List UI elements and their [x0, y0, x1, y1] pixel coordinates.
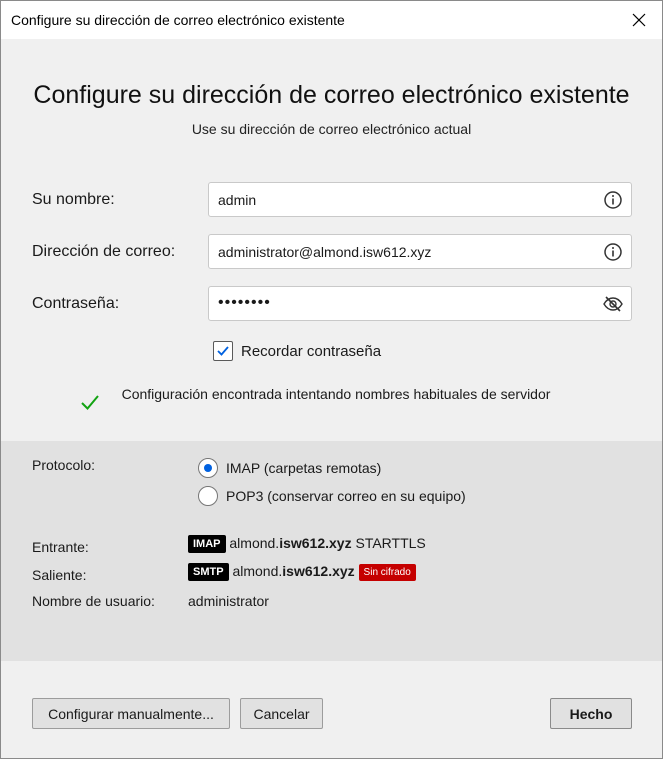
- incoming-protocol-badge: IMAP: [188, 535, 226, 554]
- password-field[interactable]: ••••••••: [208, 286, 632, 321]
- radio-imap[interactable]: [198, 458, 218, 478]
- success-check-icon: [81, 395, 99, 410]
- incoming-host-domain: isw612.xyz: [279, 535, 352, 551]
- close-button[interactable]: [616, 1, 662, 39]
- cancel-button[interactable]: Cancelar: [240, 698, 323, 729]
- close-icon: [632, 13, 646, 27]
- remember-password-label[interactable]: Recordar contraseña: [241, 343, 381, 360]
- radio-pop3[interactable]: [198, 486, 218, 506]
- name-value: admin: [218, 192, 257, 208]
- incoming-server: IMAP almond.isw612.xyz STARTTLS: [188, 535, 426, 554]
- dialog-window: Configure su dirección de correo electró…: [0, 0, 663, 759]
- configure-manually-button[interactable]: Configurar manualmente...: [32, 698, 230, 729]
- incoming-host-prefix: almond.: [229, 535, 280, 551]
- window-title: Configure su dirección de correo electró…: [11, 12, 345, 28]
- config-panel: Protocolo: IMAP (carpetas remotas) POP3 …: [1, 441, 662, 661]
- eye-slash-icon[interactable]: [603, 294, 623, 314]
- page-subtitle: Use su dirección de correo electrónico a…: [191, 121, 472, 137]
- done-button[interactable]: Hecho: [550, 698, 632, 729]
- name-label: Su nombre:: [32, 191, 115, 208]
- outgoing-protocol-badge: SMTP: [188, 563, 229, 582]
- username-label: Nombre de usuario:: [32, 593, 155, 609]
- incoming-label: Entrante:: [32, 539, 89, 555]
- outgoing-server: SMTP almond.isw612.xyz Sin cifrado: [188, 563, 416, 582]
- outgoing-host-prefix: almond.: [232, 563, 283, 579]
- checkmark-icon: [217, 346, 229, 356]
- remember-password-checkbox[interactable]: [213, 341, 233, 361]
- protocol-label: Protocolo:: [32, 457, 96, 473]
- page-title: Configure su dirección de correo electró…: [33, 81, 630, 109]
- password-value: ••••••••: [218, 294, 271, 311]
- outgoing-host-domain: isw612.xyz: [282, 563, 355, 579]
- radio-pop3-label[interactable]: POP3 (conservar correo en su equipo): [226, 488, 466, 504]
- name-field[interactable]: admin: [208, 182, 632, 217]
- incoming-security: STARTTLS: [355, 535, 426, 551]
- status-message: Configuración encontrada intentando nomb…: [121, 386, 551, 402]
- password-label: Contraseña:: [32, 295, 120, 312]
- radio-imap-label[interactable]: IMAP (carpetas remotas): [226, 460, 381, 476]
- info-icon[interactable]: [603, 190, 623, 210]
- unencrypted-warning-badge: Sin cifrado: [358, 563, 416, 581]
- email-label: Dirección de correo:: [32, 243, 176, 260]
- title-bar: Configure su dirección de correo electró…: [1, 1, 662, 39]
- outgoing-label: Saliente:: [32, 567, 87, 583]
- email-value: administrator@almond.isw612.xyz: [218, 244, 432, 260]
- email-field[interactable]: administrator@almond.isw612.xyz: [208, 234, 632, 269]
- username-value: administrator: [188, 593, 269, 609]
- info-icon[interactable]: [603, 242, 623, 262]
